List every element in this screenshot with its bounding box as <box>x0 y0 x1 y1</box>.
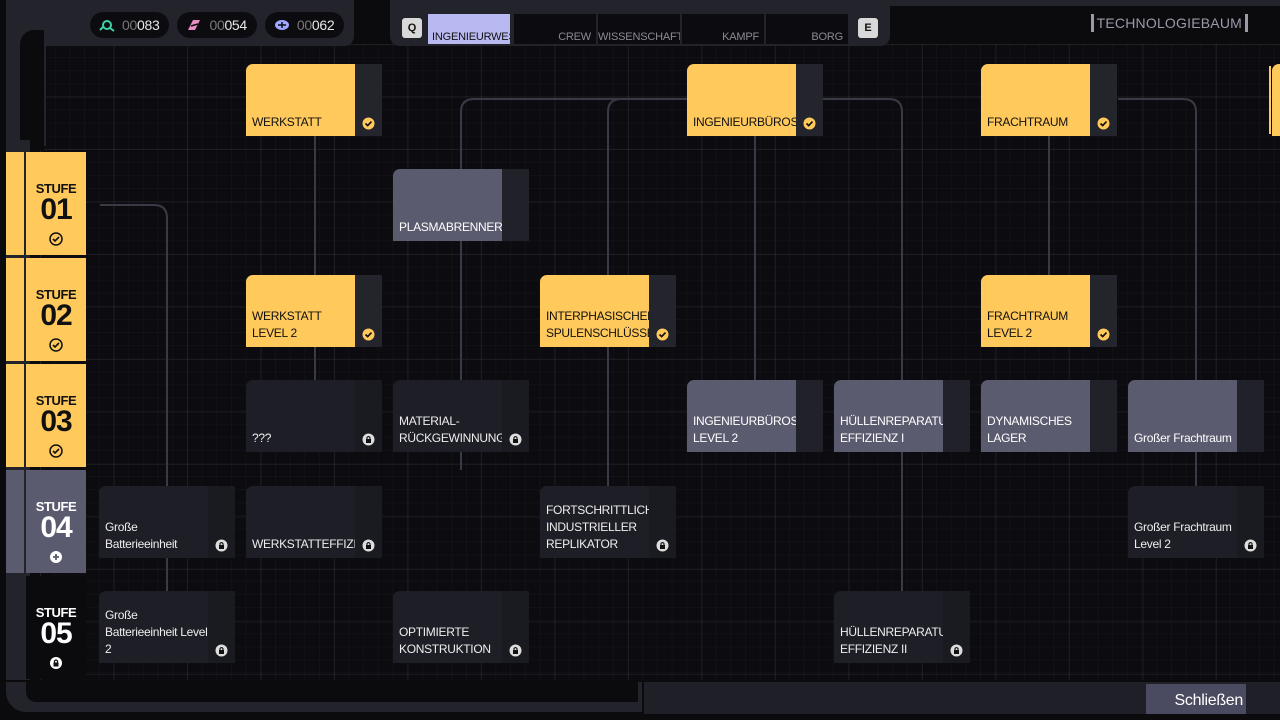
close-button[interactable]: Schließen <box>1146 684 1246 714</box>
tech-card-label: DYNAMISCHES LAGER <box>987 414 1072 445</box>
tech-card-label: FORTSCHRITTLICHER INDUSTRIELLER REPLIKAT… <box>546 503 670 551</box>
lock-icon <box>509 644 522 657</box>
lock-icon <box>509 433 522 446</box>
check-icon <box>1097 328 1110 341</box>
plus-circle-icon <box>50 551 62 563</box>
tech-card-spulenschluessel[interactable]: INTERPHASISCHER SPULENSCHLÜSSEL <box>540 275 676 347</box>
tech-card-optimierte-konstruktion[interactable]: OPTIMIERTE KONSTRUKTION <box>393 591 529 663</box>
tier-04: STUFE 04 <box>6 470 86 573</box>
resource-circuit-value: 062 <box>311 17 335 33</box>
tech-card-huellenreparatur-2[interactable]: HÜLLENREPARATUR-EFFIZIENZ II <box>834 591 970 663</box>
circuit-icon <box>274 20 289 30</box>
tech-card-plasmabrenner[interactable]: PLASMABRENNER <box>393 169 529 241</box>
check-icon <box>803 117 816 130</box>
lock-icon <box>215 644 228 657</box>
tier-number: 04 <box>40 511 72 544</box>
resource-circuit: 00062 <box>264 12 345 38</box>
tech-card-label: MATERIAL-RÜCKGEWINNUNG <box>399 414 506 445</box>
tech-card-werkstatteffizienz[interactable]: WERKSTATTEFFIZIENZ <box>246 486 382 558</box>
scan-icon <box>99 20 115 32</box>
tech-card-werkstatt[interactable]: WERKSTATT <box>246 64 382 136</box>
tech-card-label: INGENIEURBÜROS <box>693 115 799 129</box>
check-circle-icon <box>49 338 63 352</box>
tech-card-batterieeinheit[interactable]: Große Batterieeinheit <box>99 486 235 558</box>
tech-card-werkstatt-level-2[interactable]: WERKSTATT LEVEL 2 <box>246 275 382 347</box>
tier-05: STUFE 05 <box>6 576 86 679</box>
category-tab-bar: Q INGENIEURWESEN CREW WISSENSCHAFT KAMPF… <box>390 0 890 46</box>
tech-card-label: PLASMABRENNER <box>399 220 503 234</box>
tier-number: 02 <box>40 299 72 332</box>
tech-card-frachtraum-level-2[interactable]: FRACHTRAUM LEVEL 2 <box>981 275 1117 347</box>
tech-card-label: ??? <box>252 431 272 445</box>
tech-card-ingenieurbueros[interactable]: INGENIEURBÜROS <box>687 64 823 136</box>
tech-card-ingenieurbueros-level-2[interactable]: INGENIEURBÜROS LEVEL 2 <box>687 380 823 452</box>
resource-scan-prefix: 00 <box>122 17 137 33</box>
tech-card-label: HÜLLENREPARATUR-EFFIZIENZ I <box>840 414 959 445</box>
tier-01: STUFE 01 <box>6 152 86 255</box>
resource-circuit-prefix: 00 <box>296 17 312 33</box>
tech-card-label: WERKSTATTEFFIZIENZ <box>252 537 380 551</box>
tech-card-label: Großer Frachtraum <box>1134 431 1232 445</box>
prev-tab-key[interactable]: Q <box>402 18 422 38</box>
tech-card-label: WERKSTATT <box>252 115 322 129</box>
tech-card-grosser-frachtraum[interactable]: Großer Frachtraum <box>1128 380 1264 452</box>
tech-card-offscreen[interactable] <box>1272 64 1280 136</box>
lock-icon <box>362 539 375 552</box>
tab-crew[interactable]: CREW <box>514 14 596 44</box>
resource-crystal-prefix: 00 <box>209 17 225 33</box>
close-button-edge <box>1248 684 1280 714</box>
lock-icon <box>656 539 669 552</box>
tech-card-huellenreparatur-1[interactable]: HÜLLENREPARATUR-EFFIZIENZ I <box>834 380 970 452</box>
next-tab-key[interactable]: E <box>858 18 878 38</box>
tab-borg[interactable]: BORG <box>766 14 848 44</box>
tech-card-label: Großer Frachtraum Level 2 <box>1134 520 1232 551</box>
lock-icon <box>50 657 62 669</box>
lock-icon <box>1244 539 1257 552</box>
tech-card-materialrueckgewinnung[interactable]: MATERIAL-RÜCKGEWINNUNG <box>393 380 529 452</box>
lock-icon <box>215 539 228 552</box>
tech-card-label: WERKSTATT LEVEL 2 <box>252 309 322 340</box>
resource-scan-value: 083 <box>136 17 160 33</box>
check-icon <box>1097 117 1110 130</box>
page-title: TECHNOLOGIEBAUM <box>1090 14 1248 32</box>
tech-card-dynamisches-lager[interactable]: DYNAMISCHES LAGER <box>981 380 1117 452</box>
tech-card-label: OPTIMIERTE KONSTRUKTION <box>399 625 491 656</box>
crystal-icon <box>188 20 201 30</box>
tech-card-label: Große Batterieeinheit Level 2 <box>105 608 208 656</box>
tier-02: STUFE 02 <box>6 258 86 361</box>
tech-card-label: FRACHTRAUM LEVEL 2 <box>987 309 1068 340</box>
resource-crystal-value: 054 <box>224 17 247 33</box>
tier-03: STUFE 03 <box>6 364 86 467</box>
tab-kampf[interactable]: KAMPF <box>682 14 764 44</box>
check-icon <box>656 328 669 341</box>
tech-card-label: HÜLLENREPARATUR-EFFIZIENZ II <box>840 625 959 656</box>
tier-number: 05 <box>40 617 72 650</box>
lock-icon <box>362 433 375 446</box>
check-circle-icon <box>49 232 63 246</box>
tech-card-frachtraum[interactable]: FRACHTRAUM <box>981 64 1117 136</box>
tab-wissenschaft[interactable]: WISSENSCHAFT <box>598 14 680 44</box>
tech-card-grosser-frachtraum-level-2[interactable]: Großer Frachtraum Level 2 <box>1128 486 1264 558</box>
lock-icon <box>950 644 963 657</box>
tier-number: 03 <box>40 405 72 438</box>
check-icon <box>362 328 375 341</box>
tier-number: 01 <box>40 193 72 226</box>
check-icon <box>362 117 375 130</box>
tech-card-batterieeinheit-level-2[interactable]: Große Batterieeinheit Level 2 <box>99 591 235 663</box>
tech-card-label: FRACHTRAUM <box>987 115 1068 129</box>
resource-scan: 00083 <box>90 12 170 38</box>
tech-card-label: INTERPHASISCHER SPULENSCHLÜSSEL <box>546 309 661 340</box>
tech-card-label: INGENIEURBÜROS LEVEL 2 <box>693 414 799 445</box>
check-circle-icon <box>49 444 63 458</box>
resource-counters: 00083 00054 00062 <box>90 12 345 38</box>
resource-crystal: 00054 <box>177 12 257 38</box>
tab-ingenieurwesen[interactable]: INGENIEURWESEN <box>428 14 510 44</box>
tech-card-replikator[interactable]: FORTSCHRITTLICHER INDUSTRIELLER REPLIKAT… <box>540 486 676 558</box>
tech-card-label: Große Batterieeinheit <box>105 520 178 551</box>
tech-card-unknown[interactable]: ??? <box>246 380 382 452</box>
